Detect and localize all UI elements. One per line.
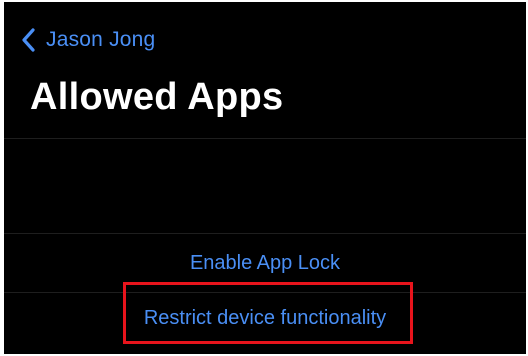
chevron-left-icon [18,26,40,54]
restrict-device-functionality-button[interactable]: Restrict device functionality [4,293,526,343]
back-button[interactable]: Jason Jong [18,24,155,56]
enable-app-lock-button[interactable]: Enable App Lock [4,234,526,292]
page-title: Allowed Apps [30,76,284,118]
app-screen: Jason Jong Allowed Apps Enable App Lock … [4,2,526,354]
back-button-label: Jason Jong [46,28,156,51]
empty-app-list [4,139,526,233]
